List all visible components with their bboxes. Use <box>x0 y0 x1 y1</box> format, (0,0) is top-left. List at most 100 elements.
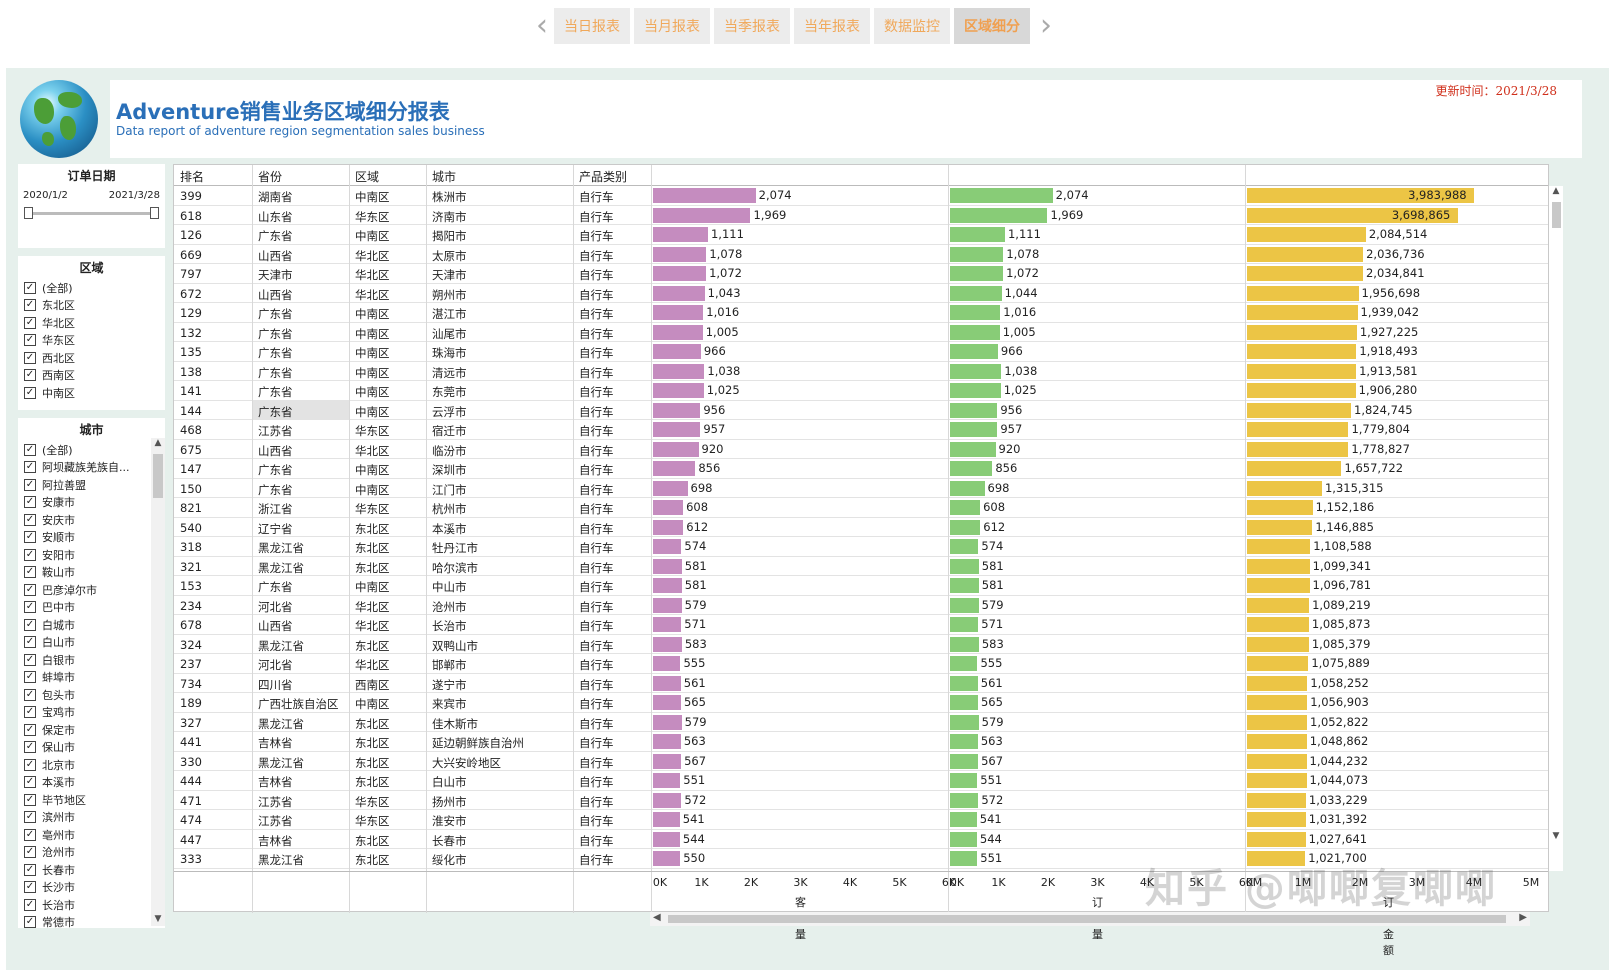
checkbox-icon[interactable]: ✓ <box>24 688 36 701</box>
bar-1[interactable] <box>950 812 977 827</box>
checkbox-icon[interactable]: ✓ <box>24 741 36 754</box>
bar-2[interactable] <box>1247 344 1357 359</box>
bar-2[interactable] <box>1247 636 1309 652</box>
checkbox-icon[interactable]: ✓ <box>24 334 36 347</box>
checkbox-icon[interactable]: ✓ <box>24 898 36 911</box>
bar-2[interactable] <box>1247 597 1310 613</box>
bar-0[interactable] <box>653 285 705 301</box>
bar-2[interactable] <box>1247 500 1313 515</box>
bar-1[interactable] <box>950 519 981 535</box>
table-row[interactable]: 327 黑龙江省 东北区 佳木斯市 自行车 579 579 1,052,822 <box>174 713 1548 732</box>
bar-1[interactable] <box>950 558 979 574</box>
bar-1[interactable] <box>950 207 1048 223</box>
bar-2[interactable] <box>1247 480 1322 496</box>
bar-2[interactable] <box>1247 324 1357 340</box>
checkbox-icon[interactable]: ✓ <box>24 723 36 736</box>
bar-0[interactable] <box>653 714 682 730</box>
bar-0[interactable] <box>653 480 688 496</box>
region-item[interactable]: ✓ 华东区 <box>18 332 165 350</box>
bar-1[interactable] <box>950 363 1002 379</box>
table-row[interactable]: 318 黑龙江省 东北区 牡丹江市 自行车 574 574 1,108,588 <box>174 537 1548 557</box>
bar-0[interactable] <box>653 539 682 554</box>
table-scroll-up-icon[interactable]: ▲ <box>1549 186 1563 196</box>
table-row[interactable]: 144 广东省 中南区 云浮市 自行车 956 956 1,824,745 <box>174 400 1548 420</box>
table-row[interactable]: 468 江苏省 华东区 宿迁市 自行车 957 957 1,779,804 <box>174 420 1548 440</box>
checkbox-icon[interactable]: ✓ <box>24 566 36 579</box>
bar-2[interactable] <box>1247 461 1342 476</box>
bar-2[interactable] <box>1247 656 1309 671</box>
city-item[interactable]: ✓ 滨州市 <box>18 809 148 827</box>
bar-1[interactable] <box>950 734 978 749</box>
bar-1[interactable] <box>950 636 979 652</box>
city-item[interactable]: ✓ 巴彦淖尔市 <box>18 581 148 599</box>
bar-0[interactable] <box>653 500 684 515</box>
bar-0[interactable] <box>653 597 682 613</box>
table-row[interactable]: 147 广东省 中南区 深圳市 自行车 856 856 1,657,722 <box>174 459 1548 479</box>
table-scroll-thumb[interactable] <box>1552 202 1561 228</box>
bar-0[interactable] <box>653 266 707 281</box>
bar-1[interactable] <box>950 695 978 710</box>
bar-0[interactable] <box>653 227 708 242</box>
hscroll-right-icon[interactable]: ▶ <box>1519 912 1527 923</box>
bar-1[interactable] <box>950 617 979 632</box>
checkbox-icon[interactable]: ✓ <box>24 863 36 876</box>
bar-2[interactable] <box>1247 246 1364 262</box>
city-item[interactable]: ✓ 沧州市 <box>18 844 148 862</box>
bar-1[interactable] <box>950 344 998 359</box>
city-item[interactable]: ✓ 常德市 <box>18 914 148 932</box>
checkbox-icon[interactable]: ✓ <box>24 916 36 929</box>
bar-0[interactable] <box>653 831 680 847</box>
bar-1[interactable] <box>950 753 979 769</box>
checkbox-icon[interactable]: ✓ <box>24 758 36 771</box>
bar-2[interactable] <box>1247 617 1309 632</box>
hscroll-thumb[interactable] <box>668 915 1506 923</box>
tab-4[interactable]: 数据监控 <box>874 8 950 44</box>
city-item[interactable]: ✓ 安阳市 <box>18 546 148 564</box>
checkbox-icon[interactable]: ✓ <box>24 636 36 649</box>
bar-0[interactable] <box>653 461 696 476</box>
bar-1[interactable] <box>950 656 978 671</box>
date-range-slider[interactable] <box>24 205 159 221</box>
bar-0[interactable] <box>653 441 699 457</box>
bar-1[interactable] <box>950 246 1004 262</box>
bar-2[interactable] <box>1247 773 1307 788</box>
table-row[interactable]: 132 广东省 中南区 汕尾市 自行车 1,005 1,005 1,927,225 <box>174 323 1548 342</box>
bar-0[interactable] <box>653 305 704 320</box>
bar-0[interactable] <box>653 656 681 671</box>
table-row[interactable]: 678 山西省 华北区 长治市 自行车 571 571 1,085,873 <box>174 615 1548 635</box>
checkbox-icon[interactable]: ✓ <box>24 548 36 561</box>
table-row[interactable]: 324 黑龙江省 东北区 双鸭山市 自行车 583 583 1,085,379 <box>174 635 1548 654</box>
bar-2[interactable] <box>1247 441 1349 457</box>
checkbox-icon[interactable]: ✓ <box>24 443 36 456</box>
checkbox-icon[interactable]: ✓ <box>24 776 36 789</box>
checkbox-icon[interactable]: ✓ <box>24 601 36 614</box>
table-row[interactable]: 797 天津市 华北区 天津市 自行车 1,072 1,072 2,034,841 <box>174 264 1548 284</box>
bar-2[interactable] <box>1247 675 1308 691</box>
checkbox-icon[interactable]: ✓ <box>24 881 36 894</box>
bar-1[interactable] <box>950 792 979 808</box>
bar-1[interactable] <box>950 285 1002 301</box>
city-item[interactable]: ✓ 安庆市 <box>18 511 148 529</box>
table-hscrollbar[interactable]: ◀ ▶ <box>650 912 1530 926</box>
bar-2[interactable] <box>1247 695 1308 710</box>
checkbox-icon[interactable]: ✓ <box>24 531 36 544</box>
bar-0[interactable] <box>653 188 756 203</box>
bar-1[interactable] <box>950 539 979 554</box>
bar-1[interactable] <box>950 441 996 457</box>
bar-0[interactable] <box>653 812 680 827</box>
bar-1[interactable] <box>950 383 1001 398</box>
bar-1[interactable] <box>950 422 998 437</box>
checkbox-icon[interactable]: ✓ <box>24 496 36 509</box>
region-item[interactable]: ✓ 华北区 <box>18 314 165 332</box>
table-row[interactable]: 330 黑龙江省 东北区 大兴安岭地区 自行车 567 567 1,044,232 <box>174 752 1548 771</box>
table-row[interactable]: 150 广东省 中南区 江门市 自行车 698 698 1,315,315 <box>174 479 1548 498</box>
city-item[interactable]: ✓ 阿坝藏族羌族自... <box>18 459 148 477</box>
table-row[interactable]: 129 广东省 中南区 湛江市 自行车 1,016 1,016 1,939,042 <box>174 303 1548 323</box>
slider-end-handle[interactable] <box>150 207 159 219</box>
bar-1[interactable] <box>950 597 979 613</box>
bar-2[interactable] <box>1247 812 1306 827</box>
table-row[interactable]: 734 四川省 西南区 遂宁市 自行车 561 561 1,058,252 <box>174 674 1548 693</box>
bar-0[interactable] <box>653 383 704 398</box>
bar-2[interactable] <box>1247 402 1351 418</box>
scroll-thumb[interactable] <box>153 454 163 498</box>
